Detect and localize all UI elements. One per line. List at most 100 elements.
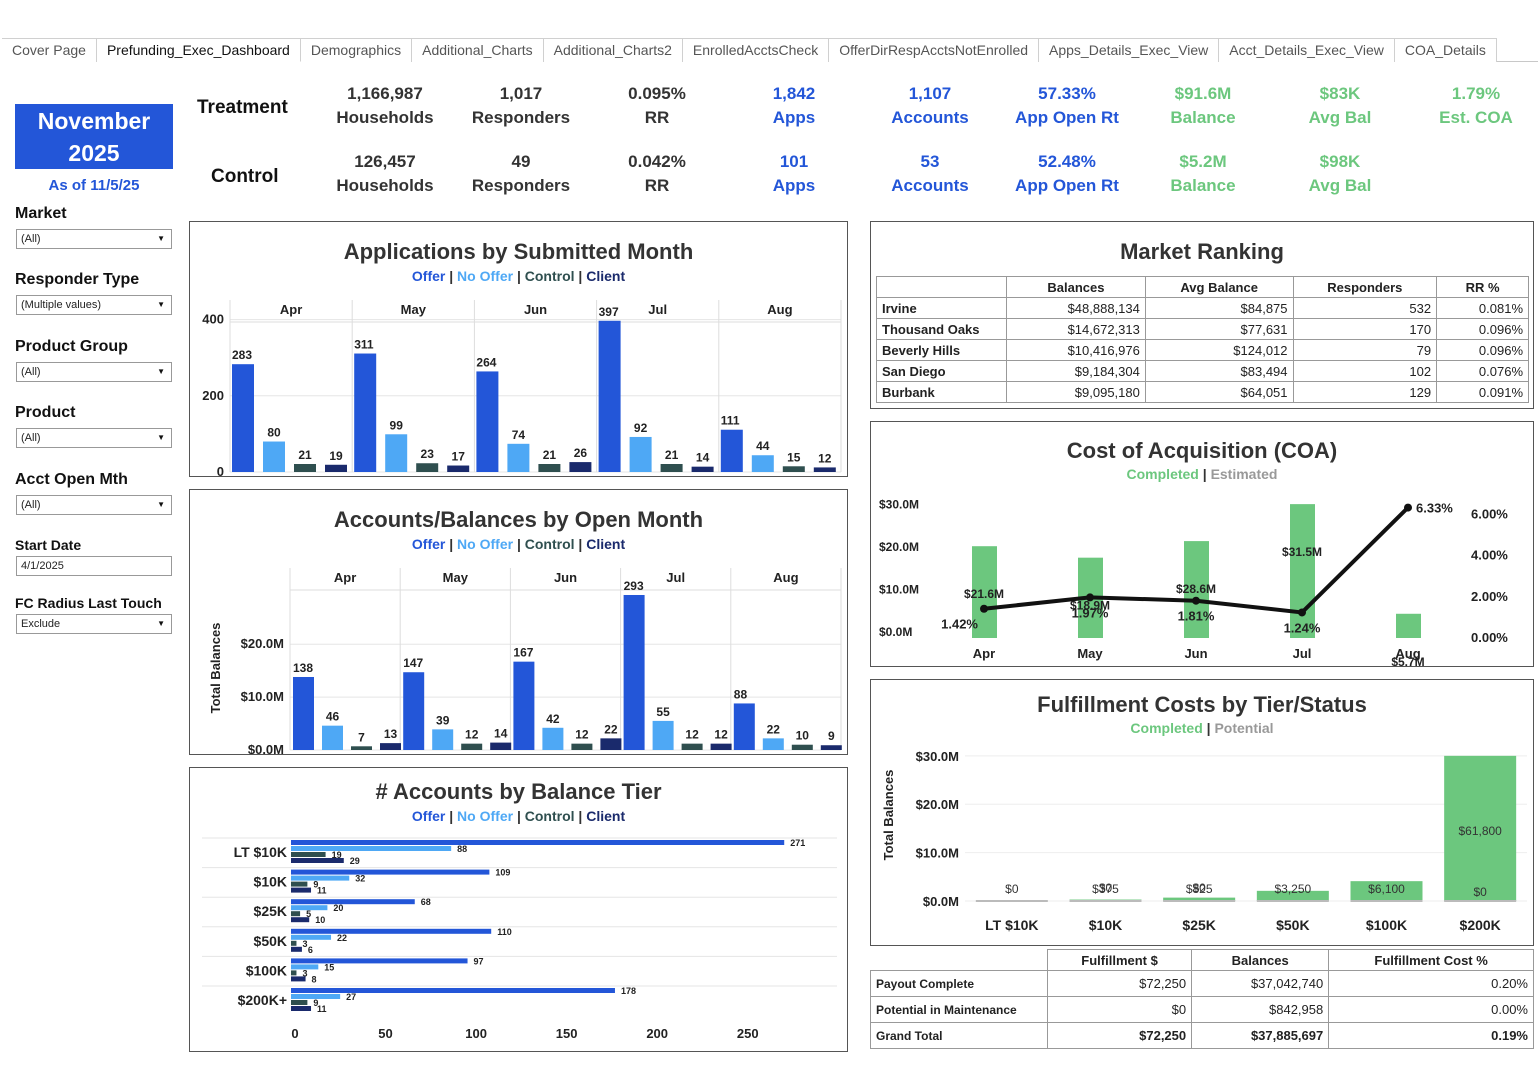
table-cell: $124,012: [1144, 339, 1294, 361]
kpi-treatment: 1,166,987 Households: [313, 82, 457, 130]
bar-no-offer: [263, 441, 285, 472]
applications-chart-panel: Applications by Submitted Month Offer | …: [189, 221, 848, 477]
responder-type-filter-dropdown[interactable]: (Multiple values) ▼: [16, 295, 172, 315]
market-filter-dropdown[interactable]: (All) ▼: [16, 229, 172, 249]
data-label-control: 12: [465, 728, 479, 742]
column-header: [876, 276, 1007, 298]
acct-open-mth-filter-label: Acct Open Mth: [15, 471, 128, 488]
data-label-client: 11: [317, 886, 327, 896]
data-label-no-offer: 27: [346, 992, 356, 1002]
kpi-label: App Open Rt: [1015, 108, 1119, 127]
data-label-client: 14: [494, 727, 508, 741]
data-label-offer: 138: [293, 661, 313, 675]
tab-prefunding-exec-dashboard[interactable]: Prefunding_Exec_Dashboard: [96, 38, 301, 62]
data-label-control: 21: [665, 448, 679, 462]
tab-cover-page[interactable]: Cover Page: [2, 38, 97, 62]
fc-radius-filter-dropdown[interactable]: Exclude ▼: [16, 614, 172, 634]
data-label-offer: 111: [721, 414, 740, 428]
bar-control: [660, 464, 683, 472]
column-header: RR %: [1436, 276, 1529, 298]
data-label-client: 6: [308, 945, 313, 955]
bar-completed: [1396, 613, 1421, 638]
kpi-label: Balance: [1170, 176, 1236, 195]
bar-client: [291, 917, 310, 923]
data-label-no-offer: 39: [436, 713, 450, 727]
category-label: $200K+: [238, 992, 287, 1008]
product-group-filter-dropdown[interactable]: (All) ▼: [16, 362, 172, 382]
bar-control: [416, 463, 439, 472]
bar-no-offer: [291, 846, 452, 851]
table-cell: $37,042,740: [1191, 970, 1330, 997]
accounts-chart-panel: Accounts/Balances by Open Month Offer | …: [189, 489, 848, 755]
fc-radius-filter-value: Exclude: [21, 618, 61, 630]
column-header: Fulfillment Cost %: [1328, 949, 1534, 971]
bar-offer: [291, 899, 415, 905]
kpi-treatment: 1,017 Responders: [449, 82, 593, 130]
bar-no-offer: [751, 455, 774, 472]
product-filter-dropdown[interactable]: (All) ▼: [16, 428, 172, 448]
bar-client: [691, 466, 714, 472]
table-header-row: Fulfillment $ Balances Fulfillment Cost %: [870, 949, 1534, 971]
bar-offer: [513, 661, 535, 750]
data-label-no-offer: 22: [767, 722, 781, 736]
y-tick-label: $10.0M: [916, 846, 959, 861]
bar-offer: [720, 429, 743, 472]
data-label-control: 12: [685, 728, 699, 742]
kpi-label: App Open Rt: [1015, 176, 1119, 195]
data-label-client: 26: [574, 446, 588, 460]
x-tick-label: 250: [737, 1026, 759, 1041]
market-filter-label: Market: [15, 205, 67, 222]
y-tick-label: $30.0M: [916, 749, 959, 764]
table-cell: $83,494: [1144, 360, 1294, 382]
kpi-label: RR: [644, 108, 670, 127]
bar-client: [447, 465, 470, 472]
completed-label: $61,800: [1458, 824, 1502, 838]
x-tick-label: 200: [646, 1026, 668, 1041]
bar-client: [291, 1006, 312, 1011]
tab-offer-dir-resp[interactable]: OfferDirRespAcctsNotEnrolled: [829, 38, 1040, 62]
bar-client: [490, 742, 512, 750]
market-ranking-table: Balances Avg Balance Responders RR % Irvine $…: [876, 276, 1529, 403]
potential-label: $0: [1099, 881, 1113, 895]
tab-additional-charts[interactable]: Additional_Charts: [412, 38, 544, 62]
table-cell: $72,250: [1046, 970, 1193, 997]
treatment-row-label: Treatment: [197, 97, 288, 118]
tab-apps-details[interactable]: Apps_Details_Exec_View: [1039, 38, 1220, 62]
data-label-client: 8: [312, 974, 317, 984]
y2-tick-label: 0.00%: [1471, 630, 1508, 645]
start-date-input[interactable]: 4/1/2025: [16, 556, 172, 576]
category-label: $25K: [1182, 917, 1215, 933]
tab-acct-details[interactable]: Acct_Details_Exec_View: [1219, 38, 1395, 62]
potential-label: $0: [1473, 885, 1487, 899]
table-row: Potential in Maintenance $0 $842,958 0.00%: [870, 996, 1534, 1023]
y-tick-label: 400: [202, 312, 224, 327]
tab-enrolled-accts-check[interactable]: EnrolledAcctsCheck: [682, 38, 830, 62]
tab-demographics[interactable]: Demographics: [300, 38, 413, 62]
table-cell: 0.096%: [1436, 318, 1529, 340]
dashboard: Cover Page Prefunding_Exec_Dashboard Dem…: [0, 0, 1540, 1068]
kpi-value: 1,166,987: [347, 84, 423, 103]
category-label: LT $10K: [234, 844, 287, 860]
tab-additional-charts2[interactable]: Additional_Charts2: [543, 38, 683, 62]
product-filter-label: Product: [15, 404, 76, 421]
responder-type-filter-value: (Multiple values): [21, 299, 102, 311]
data-label-offer: 311: [354, 338, 374, 352]
kpi-label: Apps: [772, 108, 816, 127]
bar-offer: [293, 676, 314, 750]
category-label: $100K: [246, 962, 287, 978]
kpi-value: $83K: [1319, 84, 1361, 103]
kpi-label: Apps: [772, 176, 816, 195]
acct-open-mth-filter-dropdown[interactable]: (All) ▼: [16, 495, 172, 515]
tab-coa-details[interactable]: COA_Details: [1394, 38, 1497, 62]
category-label: Aug: [773, 570, 798, 585]
chevron-down-icon: ▼: [157, 433, 165, 442]
kpi-control: $5.2M Balance: [1131, 150, 1275, 198]
bar-client: [813, 467, 836, 472]
table-cell: 170: [1292, 318, 1438, 340]
table-row: San Diego $9,184,304 $83,494 102 0.076%: [876, 360, 1529, 382]
bar-control: [294, 464, 316, 472]
row-label: Potential in Maintenance: [870, 996, 1048, 1023]
y-tick-label: $0.0M: [248, 742, 284, 754]
kpi-treatment: $83K Avg Bal: [1268, 82, 1412, 130]
table-cell: $72,250: [1046, 1022, 1193, 1049]
